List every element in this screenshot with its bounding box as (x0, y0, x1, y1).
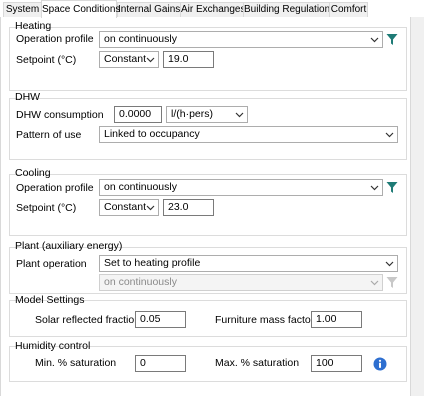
cooling-setpoint-label: Setpoint (°C) (16, 202, 77, 214)
cooling-setpoint-mode-value: Constant (104, 201, 147, 213)
plant-operation-dropdown[interactable]: Set to heating profile (99, 255, 398, 272)
cooling-group-title: Cooling (15, 167, 51, 179)
max-saturation-label: Max. % saturation (215, 357, 300, 369)
chevron-down-icon (146, 57, 155, 63)
chevron-down-icon (370, 185, 379, 191)
dhw-consumption-label: DHW consumption (16, 109, 104, 121)
heating-group-title: Heating (15, 20, 52, 32)
tab-space-conditions[interactable]: Space Conditions (41, 0, 120, 18)
dhw-pattern-dropdown[interactable]: Linked to occupancy (99, 126, 398, 143)
chevron-down-icon (370, 37, 379, 43)
chevron-down-icon (370, 280, 379, 286)
tab-internal-gains[interactable]: Internal Gains (117, 2, 181, 18)
plant-group-title: Plant (auxiliary energy) (15, 240, 123, 252)
chevron-down-icon (235, 112, 244, 118)
heating-operation-profile-value: on continuously (104, 33, 177, 45)
plant-secondary-profile-value: on continuously (104, 276, 177, 288)
model-settings-group-title: Model Settings (15, 294, 85, 306)
heating-operation-profile-dropdown[interactable]: on continuously (99, 31, 383, 48)
solar-reflected-fraction-label: Solar reflected fraction (35, 314, 141, 326)
tab-comfort[interactable]: Comfort (329, 2, 368, 18)
min-saturation-input[interactable]: 0 (135, 355, 186, 372)
min-saturation-label: Min. % saturation (35, 357, 117, 369)
vertical-scrollbar[interactable] (411, 17, 424, 396)
tab-bar: System Space Conditions Internal Gains A… (0, 0, 424, 18)
heating-setpoint-mode-dropdown[interactable]: Constant (99, 51, 159, 68)
humidity-control-group-title: Humidity control (15, 340, 91, 352)
cooling-operation-profile-value: on continuously (104, 181, 177, 193)
chevron-down-icon (385, 132, 394, 138)
filter-icon[interactable] (386, 181, 398, 194)
solar-reflected-fraction-input[interactable]: 0.05 (135, 311, 186, 328)
max-saturation-input[interactable]: 100 (311, 355, 362, 372)
tab-system[interactable]: System (3, 2, 42, 18)
chevron-down-icon (385, 261, 394, 267)
dhw-unit-dropdown[interactable]: l/(h·pers) (166, 106, 248, 123)
plant-operation-label: Plant operation (16, 258, 87, 270)
cooling-operation-profile-dropdown[interactable]: on continuously (99, 179, 383, 196)
dhw-pattern-value: Linked to occupancy (104, 128, 200, 140)
dhw-unit-value: l/(h·pers) (171, 108, 214, 120)
furniture-mass-factor-label: Furniture mass factor (215, 314, 315, 326)
plant-operation-value: Set to heating profile (104, 257, 201, 269)
cooling-setpoint-input[interactable]: 23.0 (163, 199, 214, 216)
info-icon[interactable] (373, 357, 387, 371)
furniture-mass-factor-input[interactable]: 1.00 (311, 311, 362, 328)
plant-secondary-profile-dropdown: on continuously (99, 274, 383, 291)
tab-building-regulations[interactable]: Building Regulations (243, 2, 335, 18)
heating-setpoint-mode-value: Constant (104, 53, 147, 65)
dhw-consumption-input[interactable]: 0.0000 (114, 106, 162, 123)
heating-setpoint-input[interactable]: 19.0 (163, 51, 214, 68)
filter-icon (386, 277, 398, 288)
dhw-pattern-label: Pattern of use (16, 129, 82, 141)
heating-operation-profile-label: Operation profile (16, 33, 94, 45)
filter-icon[interactable] (386, 33, 398, 46)
dhw-group-title: DHW (15, 91, 41, 103)
heating-setpoint-label: Setpoint (°C) (16, 54, 77, 66)
chevron-down-icon (146, 205, 155, 211)
tab-air-exchanges[interactable]: Air Exchanges (180, 2, 245, 18)
cooling-operation-profile-label: Operation profile (16, 182, 94, 194)
cooling-setpoint-mode-dropdown[interactable]: Constant (99, 199, 159, 216)
